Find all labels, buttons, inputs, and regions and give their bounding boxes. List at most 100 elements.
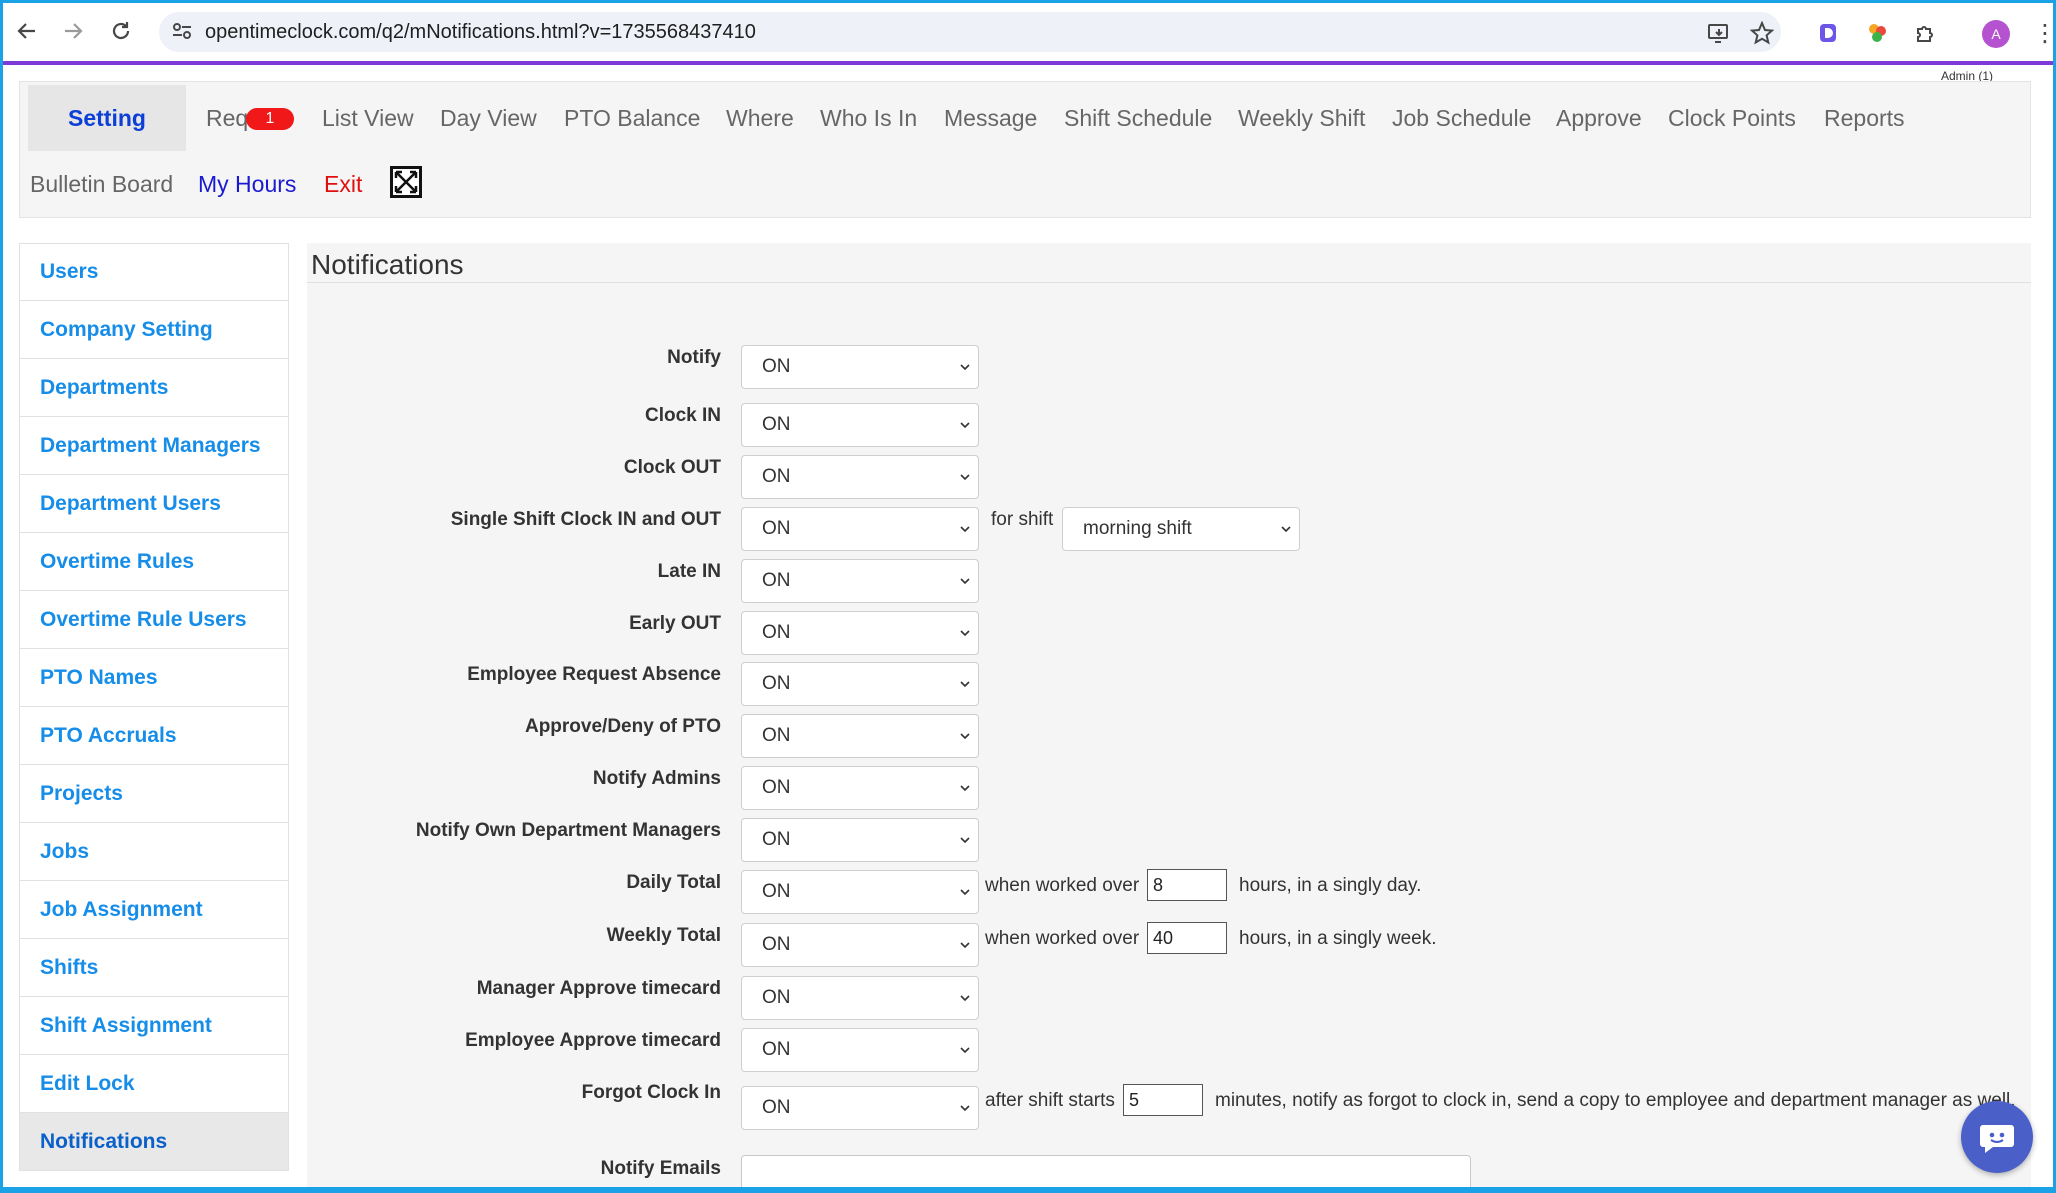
sidebar-item-shifts[interactable]: Shifts (19, 939, 289, 997)
extensions-puzzle-icon[interactable] (1913, 20, 1939, 46)
nav-weekly-shift[interactable]: Weekly Shift (1238, 104, 1365, 132)
install-app-icon[interactable] (1706, 20, 1732, 46)
daily-prefix-text: when worked over (985, 875, 1140, 896)
chat-support-button[interactable] (1961, 1101, 2033, 1173)
select-value: ON (762, 356, 791, 377)
select-value: ON (762, 829, 791, 850)
extension-colorful-icon[interactable] (1865, 20, 1891, 46)
nav-exit[interactable]: Exit (324, 170, 362, 198)
select-employee-request-absence[interactable]: ON (741, 662, 979, 706)
title-divider (307, 282, 2031, 283)
sidebar-item-shift-assignment[interactable]: Shift Assignment (19, 997, 289, 1055)
nav-clock-points[interactable]: Clock Points (1668, 104, 1796, 132)
sidebar-item-departments[interactable]: Departments (19, 359, 289, 417)
sidebar-item-pto-accruals[interactable]: PTO Accruals (19, 707, 289, 765)
address-bar[interactable]: opentimeclock.com/q2/mNotifications.html… (159, 12, 1781, 52)
select-value: ON (762, 570, 791, 591)
sidebar-item-projects[interactable]: Projects (19, 765, 289, 823)
nav-setting[interactable]: Setting (28, 85, 186, 151)
sidebar-item-notifications[interactable]: Notifications (19, 1113, 289, 1171)
chevron-down-icon (960, 837, 970, 844)
sidebar-item-overtime-rule-users[interactable]: Overtime Rule Users (19, 591, 289, 649)
weekly-prefix-text: when worked over (985, 928, 1140, 949)
nav-list-view[interactable]: List View (322, 104, 414, 132)
url-text[interactable]: opentimeclock.com/q2/mNotifications.html… (205, 21, 756, 44)
daily-suffix-text: hours, in a singly day. (1239, 875, 1422, 896)
select-shift[interactable]: morning shift (1062, 507, 1300, 551)
chevron-down-icon (960, 942, 970, 949)
select-notify-admins[interactable]: ON (741, 766, 979, 810)
chevron-down-icon (960, 1047, 970, 1054)
sidebar-item-jobs[interactable]: Jobs (19, 823, 289, 881)
nav-shift-schedule[interactable]: Shift Schedule (1064, 104, 1212, 132)
weekly-hours-input[interactable]: 40 (1147, 922, 1227, 954)
sidebar-item-pto-names[interactable]: PTO Names (19, 649, 289, 707)
select-manager-approve-timecard[interactable]: ON (741, 976, 979, 1020)
back-arrow-icon[interactable] (13, 17, 41, 45)
nav-requests[interactable]: Req (206, 104, 248, 132)
label-clock-out: Clock OUT (623, 457, 721, 478)
select-value: ON (762, 518, 791, 539)
reload-icon[interactable] (107, 17, 135, 45)
select-clock-in[interactable]: ON (741, 403, 979, 447)
notify-emails-textarea[interactable] (741, 1155, 1471, 1187)
chevron-down-icon (1281, 526, 1291, 533)
select-approve-deny-pto[interactable]: ON (741, 714, 979, 758)
site-settings-icon[interactable] (171, 20, 193, 42)
nav-job-schedule[interactable]: Job Schedule (1392, 104, 1531, 132)
nav-bulletin-board[interactable]: Bulletin Board (30, 170, 173, 198)
bookmark-star-icon[interactable] (1749, 20, 1775, 46)
label-notify-emails: Notify Emails (600, 1158, 721, 1179)
nav-my-hours[interactable]: My Hours (198, 170, 296, 198)
label-employee-approve-timecard: Employee Approve timecard (465, 1030, 721, 1051)
chevron-down-icon (960, 1105, 970, 1112)
sidebar-item-department-managers[interactable]: Department Managers (19, 417, 289, 475)
browser-menu-icon[interactable]: ⋮ (2033, 19, 2053, 48)
nav-day-view[interactable]: Day View (440, 104, 537, 132)
select-notify-own-dept-managers[interactable]: ON (741, 818, 979, 862)
extension-d-icon[interactable] (1815, 20, 1841, 46)
chevron-down-icon (960, 364, 970, 371)
select-notify[interactable]: ON (741, 345, 979, 389)
select-value: ON (762, 1039, 791, 1060)
chevron-down-icon (960, 578, 970, 585)
select-value: morning shift (1083, 518, 1192, 539)
select-value: ON (762, 934, 791, 955)
sidebar-item-edit-lock[interactable]: Edit Lock (19, 1055, 289, 1113)
select-employee-approve-timecard[interactable]: ON (741, 1028, 979, 1072)
daily-hours-input[interactable]: 8 (1147, 869, 1227, 901)
nav-approve[interactable]: Approve (1556, 104, 1642, 132)
select-value: ON (762, 1097, 791, 1118)
select-forgot-clock-in[interactable]: ON (741, 1086, 979, 1130)
select-value: ON (762, 414, 791, 435)
profile-avatar[interactable]: A (1982, 20, 2010, 48)
select-value: ON (762, 777, 791, 798)
sidebar-item-job-assignment[interactable]: Job Assignment (19, 881, 289, 939)
select-single-shift[interactable]: ON (741, 507, 979, 551)
select-daily-total[interactable]: ON (741, 870, 979, 914)
chevron-down-icon (960, 681, 970, 688)
select-value: ON (762, 987, 791, 1008)
forgot-minutes-input[interactable]: 5 (1123, 1084, 1203, 1116)
label-clock-in: Clock IN (644, 405, 721, 426)
browser-window: opentimeclock.com/q2/mNotifications.html… (0, 0, 2056, 1193)
forward-arrow-icon[interactable] (59, 17, 87, 45)
label-approve-deny-pto: Approve/Deny of PTO (524, 716, 721, 737)
select-early-out[interactable]: ON (741, 611, 979, 655)
select-clock-out[interactable]: ON (741, 455, 979, 499)
nav-who-is-in[interactable]: Who Is In (820, 104, 917, 132)
chat-bubble-icon (1980, 1125, 2014, 1153)
sidebar-item-company-setting[interactable]: Company Setting (19, 301, 289, 359)
nav-message[interactable]: Message (944, 104, 1037, 132)
select-late-in[interactable]: ON (741, 559, 979, 603)
nav-where[interactable]: Where (726, 104, 794, 132)
forgot-prefix-text: after shift starts (985, 1090, 1115, 1111)
nav-reports[interactable]: Reports (1824, 104, 1905, 132)
label-forgot-clock-in: Forgot Clock In (581, 1082, 721, 1103)
select-weekly-total[interactable]: ON (741, 923, 979, 967)
sidebar-item-overtime-rules[interactable]: Overtime Rules (19, 533, 289, 591)
sidebar-item-users[interactable]: Users (19, 243, 289, 301)
sidebar-item-department-users[interactable]: Department Users (19, 475, 289, 533)
fullscreen-icon[interactable] (390, 166, 422, 198)
nav-pto-balance[interactable]: PTO Balance (564, 104, 700, 132)
